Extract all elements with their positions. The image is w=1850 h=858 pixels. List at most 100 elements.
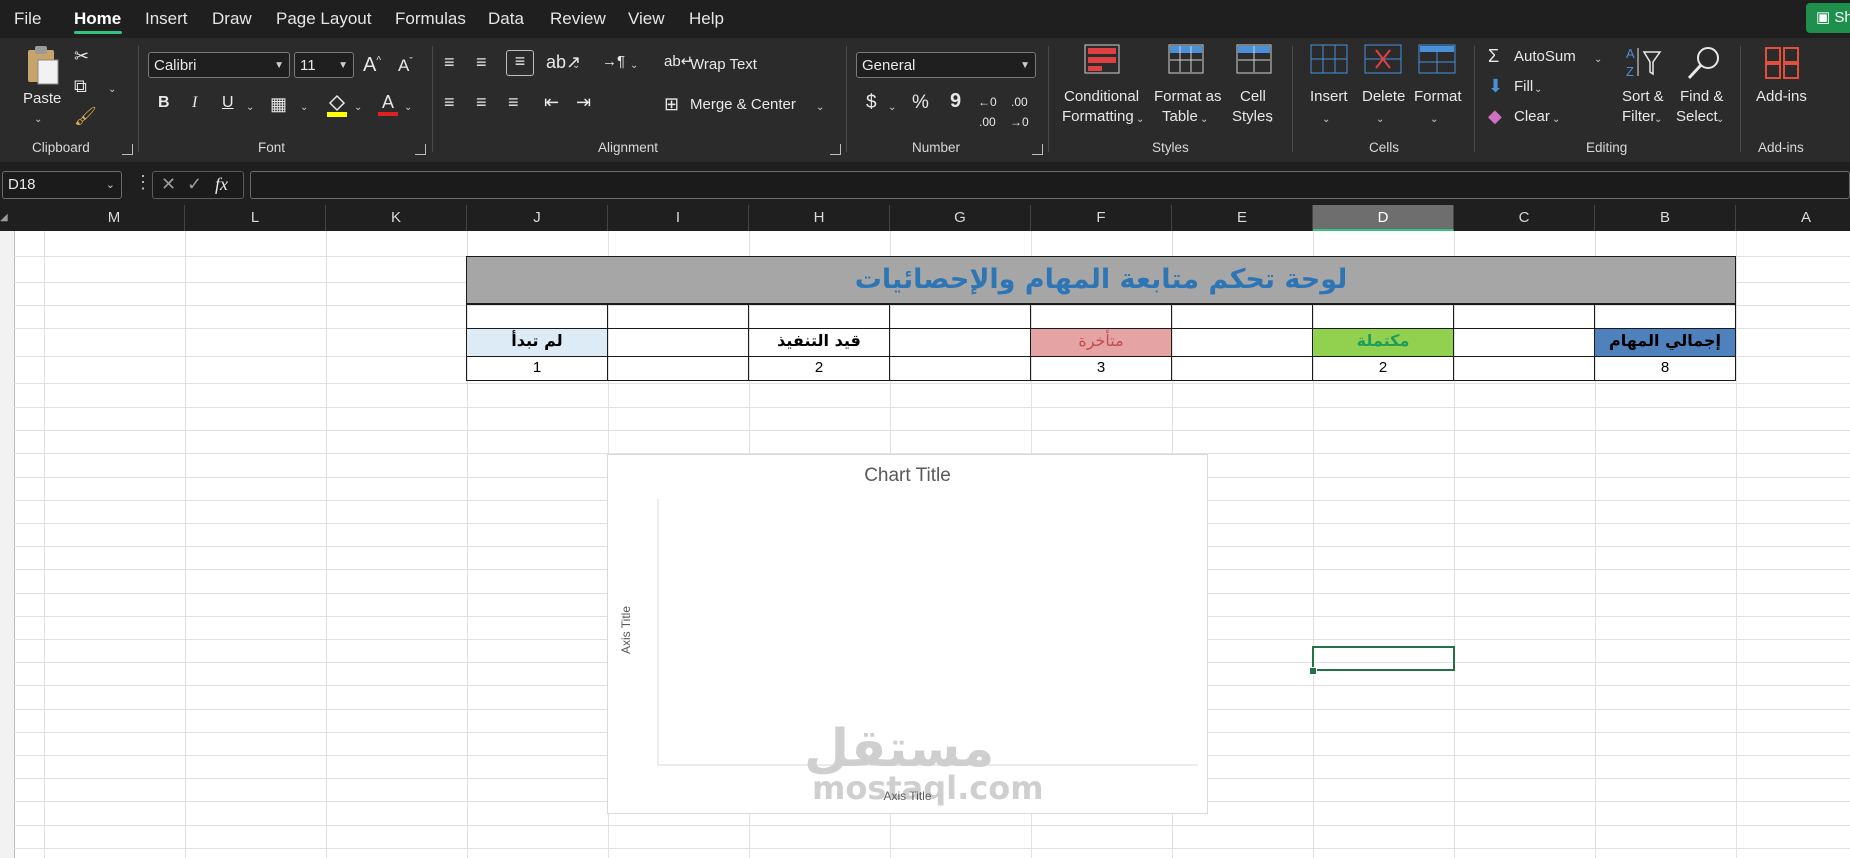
find-select-line1[interactable]: Find & bbox=[1680, 88, 1723, 105]
conditional-formatting-line2[interactable]: Formatting bbox=[1062, 108, 1134, 125]
text-direction-icon[interactable]: →¶ bbox=[602, 52, 625, 72]
empty-cell[interactable] bbox=[1453, 356, 1595, 381]
align-top-icon[interactable]: ≡ bbox=[444, 52, 455, 72]
x-axis-title[interactable]: Axis Title bbox=[608, 789, 1207, 803]
menu-page-layout[interactable]: Page Layout bbox=[276, 0, 371, 38]
italic-button[interactable]: I bbox=[192, 94, 197, 112]
empty-cell[interactable] bbox=[748, 304, 890, 329]
column-header-h[interactable]: H bbox=[749, 205, 890, 231]
format-dropdown-icon[interactable]: ⌄ bbox=[1430, 110, 1438, 130]
insert-dropdown-icon[interactable]: ⌄ bbox=[1322, 110, 1330, 130]
share-button[interactable]: ▣ Sh bbox=[1806, 3, 1850, 33]
empty-cell[interactable] bbox=[607, 304, 749, 329]
merge-center-button[interactable]: Merge & Center bbox=[690, 96, 796, 113]
wrap-text-button[interactable]: Wrap Text bbox=[690, 56, 757, 73]
column-header-i[interactable]: I bbox=[608, 205, 749, 231]
sort-filter-line1[interactable]: Sort & bbox=[1622, 88, 1664, 105]
fill-dropdown-icon[interactable]: ⌄ bbox=[1534, 80, 1542, 100]
increase-indent-icon[interactable]: ⇥ bbox=[576, 92, 591, 112]
insert-cells-button[interactable]: Insert bbox=[1310, 88, 1348, 105]
decrease-indent-icon[interactable]: ⇤ bbox=[544, 92, 559, 112]
cut-icon[interactable]: ✂ bbox=[74, 46, 89, 66]
confirm-entry-icon[interactable]: ✓ bbox=[187, 174, 202, 195]
menu-formulas[interactable]: Formulas bbox=[395, 0, 466, 38]
header-completed[interactable]: مكتملة bbox=[1312, 328, 1454, 357]
conditional-formatting-dropdown-icon[interactable]: ⌄ bbox=[1136, 110, 1144, 130]
value-in-progress[interactable]: 2 bbox=[748, 356, 890, 381]
underline-dropdown-icon[interactable]: ⌄ bbox=[246, 98, 254, 118]
column-header-g[interactable]: G bbox=[890, 205, 1031, 231]
empty-cell[interactable] bbox=[1453, 304, 1595, 329]
header-in-progress[interactable]: قيد التنفيذ bbox=[748, 328, 890, 357]
empty-cell[interactable] bbox=[466, 304, 608, 329]
active-cell-selection[interactable] bbox=[1312, 646, 1455, 671]
name-box[interactable]: D18 ⌄ bbox=[2, 171, 122, 199]
number-format-combo[interactable]: General ▼ bbox=[856, 52, 1036, 78]
add-ins-button[interactable]: Add-ins bbox=[1756, 88, 1807, 105]
value-total-tasks[interactable]: 8 bbox=[1594, 356, 1736, 381]
delete-dropdown-icon[interactable]: ⌄ bbox=[1376, 110, 1384, 130]
sort-filter-line2[interactable]: Filter bbox=[1622, 108, 1655, 125]
value-overdue[interactable]: 3 bbox=[1030, 356, 1172, 381]
decrease-decimal-icon[interactable]: .00 →0 bbox=[1010, 92, 1029, 132]
empty-cell[interactable] bbox=[1171, 304, 1313, 329]
menu-data[interactable]: Data bbox=[488, 0, 524, 38]
column-header-a[interactable]: A bbox=[1736, 205, 1850, 231]
autosum-dropdown-icon[interactable]: ⌄ bbox=[1594, 50, 1602, 70]
paste-button[interactable] bbox=[20, 44, 62, 88]
empty-cell[interactable] bbox=[1171, 328, 1313, 357]
empty-cell[interactable] bbox=[889, 328, 1031, 357]
underline-button[interactable]: U bbox=[222, 94, 234, 112]
copy-dropdown-icon[interactable]: ⌄ bbox=[108, 80, 116, 100]
column-header-m[interactable]: M bbox=[44, 205, 185, 231]
sort-filter-dropdown-icon[interactable]: ⌄ bbox=[1654, 110, 1662, 130]
header-overdue[interactable]: متأخرة bbox=[1030, 328, 1172, 357]
value-completed[interactable]: 2 bbox=[1312, 356, 1454, 381]
delete-cells-button[interactable]: Delete bbox=[1362, 88, 1405, 105]
column-header-e[interactable]: E bbox=[1172, 205, 1313, 231]
column-header-f[interactable]: F bbox=[1031, 205, 1172, 231]
cell-styles-dropdown-icon[interactable]: ⌄ bbox=[1266, 110, 1274, 130]
empty-cell[interactable] bbox=[1312, 304, 1454, 329]
column-header-j[interactable]: J bbox=[467, 205, 608, 231]
menu-review[interactable]: Review bbox=[550, 0, 606, 38]
align-middle-icon[interactable]: ≡ bbox=[476, 52, 487, 72]
conditional-formatting-line1[interactable]: Conditional bbox=[1064, 88, 1139, 105]
align-bottom-icon[interactable]: ≡ bbox=[506, 50, 534, 76]
empty-cell[interactable] bbox=[1594, 304, 1736, 329]
font-color-button[interactable]: A bbox=[378, 92, 398, 118]
cell-styles-line1[interactable]: Cell bbox=[1240, 88, 1266, 105]
clear-button[interactable]: Clear bbox=[1514, 108, 1550, 125]
value-not-started[interactable]: 1 bbox=[466, 356, 608, 381]
fill-handle[interactable] bbox=[1309, 667, 1317, 675]
copy-icon[interactable]: ⧉ bbox=[74, 76, 87, 96]
find-select-dropdown-icon[interactable]: ⌄ bbox=[1716, 110, 1724, 130]
bold-button[interactable]: B bbox=[158, 94, 170, 112]
text-direction-dropdown-icon[interactable]: ⌄ bbox=[630, 56, 638, 76]
empty-cell[interactable] bbox=[1453, 328, 1595, 357]
column-header-d[interactable]: D bbox=[1313, 205, 1454, 231]
format-cells-button[interactable]: Format bbox=[1414, 88, 1462, 105]
dashboard-title[interactable]: لوحة تحكم متابعة المهام والإحصائيات bbox=[466, 256, 1736, 304]
formula-input[interactable] bbox=[250, 171, 1850, 199]
merge-dropdown-icon[interactable]: ⌄ bbox=[816, 98, 824, 118]
more-options-icon[interactable]: ⋮ bbox=[134, 172, 152, 193]
empty-cell[interactable] bbox=[1171, 356, 1313, 381]
column-header-l[interactable]: L bbox=[185, 205, 326, 231]
borders-dropdown-icon[interactable]: ⌄ bbox=[300, 98, 308, 118]
empty-cell[interactable] bbox=[889, 304, 1031, 329]
font-launcher-icon[interactable] bbox=[415, 144, 426, 155]
empty-cell[interactable] bbox=[1030, 304, 1172, 329]
menu-file[interactable]: File bbox=[14, 0, 41, 38]
menu-draw[interactable]: Draw bbox=[212, 0, 252, 38]
currency-button[interactable]: $ bbox=[866, 92, 877, 114]
format-as-table-line1[interactable]: Format as bbox=[1154, 88, 1222, 105]
font-name-combo[interactable]: Calibri ▼ bbox=[148, 52, 290, 78]
fill-color-button[interactable] bbox=[326, 93, 348, 117]
chart[interactable]: Chart Title Axis Title مستقل mostaql.com… bbox=[607, 454, 1208, 814]
percent-button[interactable]: % bbox=[912, 92, 929, 114]
fill-color-dropdown-icon[interactable]: ⌄ bbox=[354, 98, 362, 118]
column-header-b[interactable]: B bbox=[1595, 205, 1736, 231]
clipboard-launcher-icon[interactable] bbox=[122, 144, 133, 155]
paste-dropdown-icon[interactable]: ⌄ bbox=[34, 110, 42, 130]
